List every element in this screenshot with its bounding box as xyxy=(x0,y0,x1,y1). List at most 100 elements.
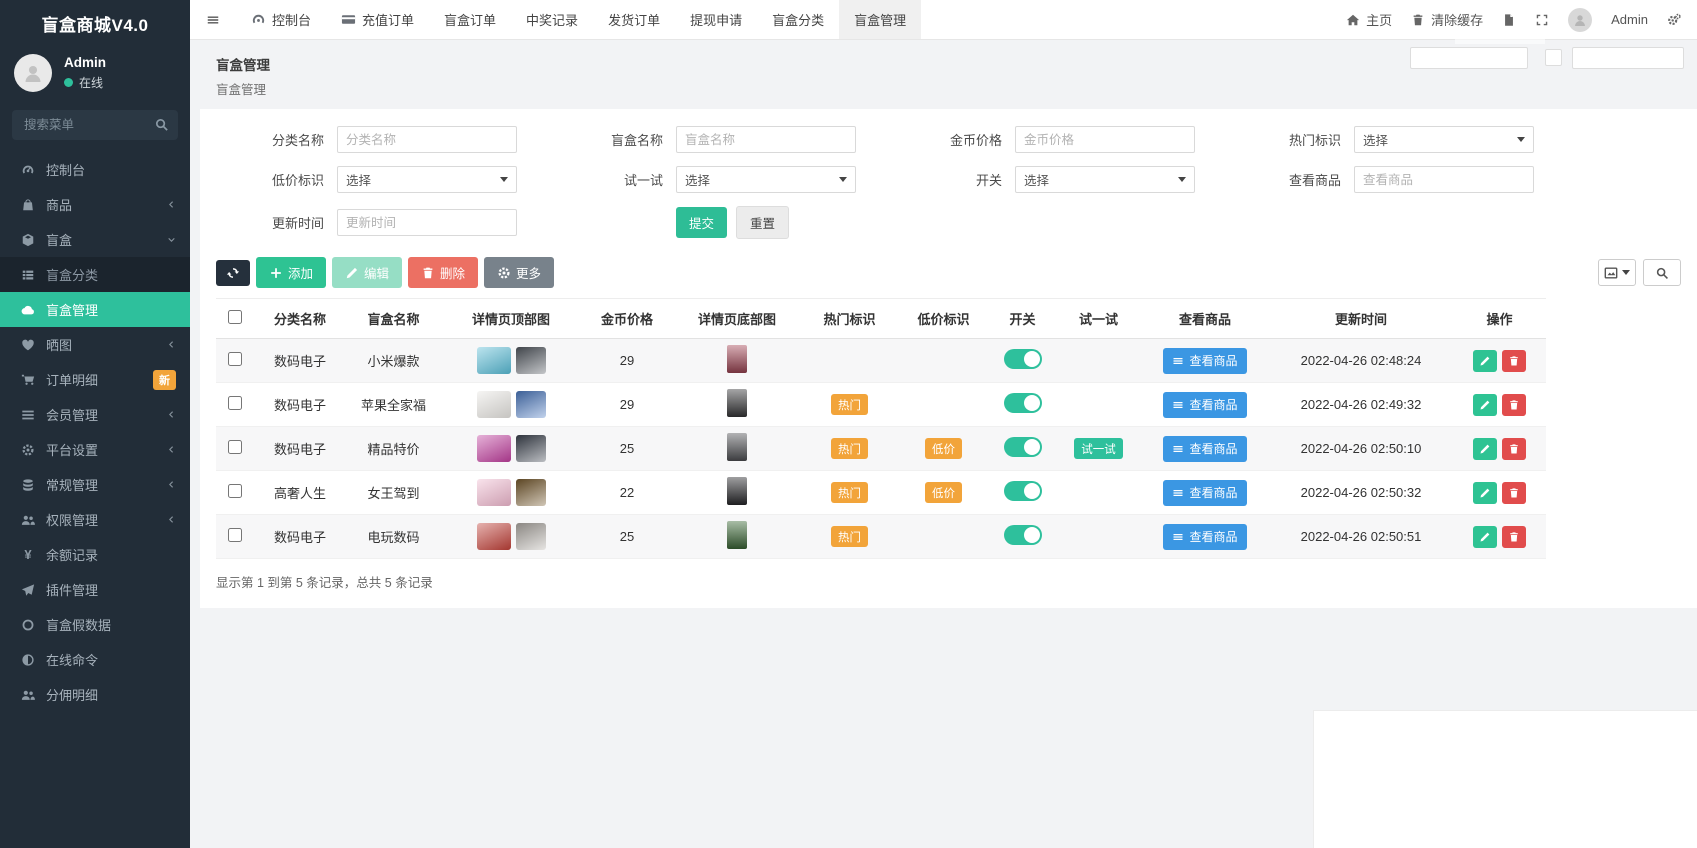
bag-icon xyxy=(21,198,35,212)
delete-button[interactable]: 删除 xyxy=(408,257,478,288)
view-product-button[interactable]: 查看商品 xyxy=(1163,480,1246,506)
sidebar-item-blindbox[interactable]: 盲盒 xyxy=(0,222,190,257)
switch-toggle[interactable] xyxy=(1004,437,1042,457)
bottom-image-thumbnail[interactable] xyxy=(727,521,747,549)
switch-toggle[interactable] xyxy=(1004,481,1042,501)
sidebar-menu: 控制台 商品 盲盒 盲盒分类 盲盒管理 晒图 订单明细 新 xyxy=(0,152,190,712)
chevron-left-icon xyxy=(167,445,176,454)
sidebar-item-blindbox-category[interactable]: 盲盒分类 xyxy=(0,257,190,292)
hot-flag-select[interactable]: 选择 xyxy=(1354,126,1534,153)
export-button[interactable] xyxy=(1598,259,1636,286)
row-edit-button[interactable] xyxy=(1473,482,1497,504)
list-icon xyxy=(21,268,35,282)
top-image-thumbnail[interactable] xyxy=(516,347,546,374)
row-edit-button[interactable] xyxy=(1473,394,1497,416)
row-checkbox[interactable] xyxy=(228,396,242,410)
tab-win-records[interactable]: 中奖记录 xyxy=(511,0,593,39)
switch-select[interactable]: 选择 xyxy=(1015,166,1195,193)
row-edit-button[interactable] xyxy=(1473,526,1497,548)
low-price-flag-select[interactable]: 选择 xyxy=(337,166,517,193)
sidebar-item-general[interactable]: 常规管理 xyxy=(0,467,190,502)
row-checkbox[interactable] xyxy=(228,528,242,542)
sidebar-item-balance[interactable]: ¥ 余额记录 xyxy=(0,537,190,572)
sidebar-item-photos[interactable]: 晒图 xyxy=(0,327,190,362)
top-image-thumbnail[interactable] xyxy=(477,435,511,462)
search-icon xyxy=(154,117,169,132)
sidebar-item-fake-data[interactable]: 盲盒假数据 xyxy=(0,607,190,642)
bottom-image-thumbnail[interactable] xyxy=(727,389,747,417)
top-image-thumbnail[interactable] xyxy=(477,479,511,506)
bottom-image-thumbnail[interactable] xyxy=(727,477,747,505)
tab-recharge-orders[interactable]: 充值订单 xyxy=(326,0,429,39)
box-name-input[interactable] xyxy=(676,126,856,153)
tab-blindbox-orders[interactable]: 盲盒订单 xyxy=(429,0,511,39)
refresh-button[interactable] xyxy=(216,260,250,286)
row-delete-button[interactable] xyxy=(1502,482,1526,504)
row-delete-button[interactable] xyxy=(1502,394,1526,416)
sidebar-item-platform-settings[interactable]: 平台设置 xyxy=(0,432,190,467)
top-image-thumbnail[interactable] xyxy=(516,479,546,506)
search-toggle-button[interactable] xyxy=(1643,259,1681,286)
add-button[interactable]: 添加 xyxy=(256,257,326,288)
navbar-user-name[interactable]: Admin xyxy=(1611,12,1648,27)
home-link[interactable]: 主页 xyxy=(1346,10,1392,29)
row-delete-button[interactable] xyxy=(1502,526,1526,548)
edit-button[interactable]: 编辑 xyxy=(332,257,402,288)
bottom-image-thumbnail[interactable] xyxy=(727,345,747,373)
row-edit-button[interactable] xyxy=(1473,350,1497,372)
tab-blindbox-manage[interactable]: 盲盒管理 xyxy=(839,0,921,39)
avatar[interactable] xyxy=(1568,8,1592,32)
sidebar-item-plugins[interactable]: 插件管理 xyxy=(0,572,190,607)
sidebar-item-order-detail[interactable]: 订单明细 新 xyxy=(0,362,190,397)
fullscreen-button[interactable] xyxy=(1535,13,1549,27)
top-image-thumbnail[interactable] xyxy=(516,391,546,418)
top-image-thumbnail[interactable] xyxy=(477,391,511,418)
row-delete-button[interactable] xyxy=(1502,438,1526,460)
view-product-button[interactable]: 查看商品 xyxy=(1163,524,1246,550)
top-image-thumbnail[interactable] xyxy=(516,435,546,462)
row-checkbox[interactable] xyxy=(228,440,242,454)
try-select[interactable]: 选择 xyxy=(676,166,856,193)
user-profile[interactable]: Admin 在线 xyxy=(0,46,190,104)
switch-toggle[interactable] xyxy=(1004,525,1042,545)
view-product-button[interactable]: 查看商品 xyxy=(1163,348,1246,374)
row-delete-button[interactable] xyxy=(1502,350,1526,372)
tab-blindbox-category[interactable]: 盲盒分类 xyxy=(757,0,839,39)
view-product-button[interactable]: 查看商品 xyxy=(1163,436,1246,462)
sidebar-toggle-button[interactable] xyxy=(190,0,236,39)
row-checkbox[interactable] xyxy=(228,484,242,498)
settings-button[interactable] xyxy=(1667,13,1681,27)
top-image-thumbnail[interactable] xyxy=(516,523,546,550)
switch-toggle[interactable] xyxy=(1004,393,1042,413)
view-product-input[interactable] xyxy=(1354,166,1534,193)
sidebar-item-members[interactable]: 会员管理 xyxy=(0,397,190,432)
update-time-input[interactable] xyxy=(337,209,517,236)
sidebar-item-commission[interactable]: 分佣明细 xyxy=(0,677,190,712)
switch-toggle[interactable] xyxy=(1004,349,1042,369)
sidebar-item-permissions[interactable]: 权限管理 xyxy=(0,502,190,537)
filter-label: 开关 xyxy=(920,170,1015,189)
top-image-thumbnail[interactable] xyxy=(477,347,511,374)
view-product-button[interactable]: 查看商品 xyxy=(1163,392,1246,418)
category-name-input[interactable] xyxy=(337,126,517,153)
sidebar-item-goods[interactable]: 商品 xyxy=(0,187,190,222)
tab-dashboard[interactable]: 控制台 xyxy=(236,0,326,39)
reset-button[interactable]: 重置 xyxy=(736,206,789,239)
top-image-thumbnail[interactable] xyxy=(477,523,511,550)
cell-updated: 2022-04-26 02:50:10 xyxy=(1269,427,1453,471)
sidebar-item-dashboard[interactable]: 控制台 xyxy=(0,152,190,187)
sidebar-item-blindbox-manage[interactable]: 盲盒管理 xyxy=(0,292,190,327)
row-checkbox[interactable] xyxy=(228,352,242,366)
cell-updated: 2022-04-26 02:48:24 xyxy=(1269,339,1453,383)
language-button[interactable] xyxy=(1502,13,1516,27)
hot-badge: 热门 xyxy=(831,482,868,503)
bottom-image-thumbnail[interactable] xyxy=(727,433,747,461)
sidebar-item-online-command[interactable]: 在线命令 xyxy=(0,642,190,677)
select-all-checkbox[interactable] xyxy=(228,310,242,324)
tab-withdrawal-requests[interactable]: 提现申请 xyxy=(675,0,757,39)
tab-shipping-orders[interactable]: 发货订单 xyxy=(593,0,675,39)
coin-price-input[interactable] xyxy=(1015,126,1195,153)
row-edit-button[interactable] xyxy=(1473,438,1497,460)
submit-button[interactable]: 提交 xyxy=(676,207,727,238)
more-button[interactable]: 更多 xyxy=(484,257,554,288)
